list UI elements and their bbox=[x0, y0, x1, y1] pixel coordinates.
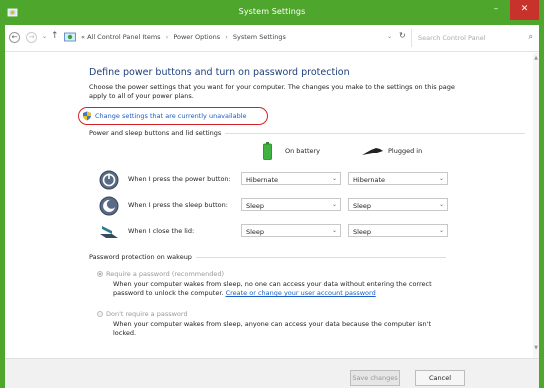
page-description: Choose the power settings that you want … bbox=[89, 83, 455, 100]
battery-icon bbox=[263, 142, 272, 160]
chevron-down-icon: ⌄ bbox=[331, 201, 337, 208]
search-placeholder: Search Control Panel bbox=[418, 34, 486, 42]
select-value: Sleep bbox=[246, 202, 265, 210]
control-panel-icon bbox=[64, 32, 76, 42]
plug-icon bbox=[362, 148, 383, 155]
title-bar: System Settings – □ ✕ bbox=[0, 0, 544, 25]
section-heading-text: Password protection on wakeup bbox=[89, 253, 192, 261]
require-password-radio[interactable] bbox=[97, 271, 103, 277]
path-dropdown-icon[interactable]: ⌄ bbox=[387, 33, 392, 40]
select-value: Sleep bbox=[353, 202, 372, 210]
breadcrumb-item[interactable]: System Settings bbox=[233, 33, 286, 41]
power-button-plugged-select[interactable]: Hibernate ⌄ bbox=[348, 172, 448, 185]
address-bar: ← → ⌄ ↑ « All Control Panel Items › Powe… bbox=[5, 25, 539, 52]
window-frame-right bbox=[539, 25, 544, 388]
recent-pages-dropdown[interactable]: ⌄ bbox=[42, 33, 47, 40]
breadcrumb-separator[interactable]: › bbox=[225, 33, 228, 41]
create-password-link[interactable]: Create or change your user account passw… bbox=[226, 289, 376, 297]
section-heading: Password protection on wakeup bbox=[89, 253, 446, 261]
require-password-description: When your computer wakes from sleep, no … bbox=[113, 280, 453, 298]
footer-bar: Save changes Cancel bbox=[5, 358, 539, 388]
column-header-on-battery: On battery bbox=[285, 147, 321, 155]
breadcrumb-item[interactable]: All Control Panel Items bbox=[87, 33, 160, 41]
breadcrumb-item[interactable]: Power Options bbox=[173, 33, 220, 41]
select-value: Sleep bbox=[353, 228, 372, 236]
sleep-button-icon bbox=[99, 196, 119, 216]
close-button[interactable]: ✕ bbox=[510, 0, 539, 20]
chevron-down-icon: ⌄ bbox=[331, 175, 337, 182]
vertical-scrollbar[interactable]: ▲ ▼ bbox=[533, 53, 539, 358]
section-heading-text: Power and sleep buttons and lid settings bbox=[89, 129, 222, 137]
page-title: Define power buttons and turn on passwor… bbox=[89, 67, 350, 78]
close-lid-battery-select[interactable]: Sleep ⌄ bbox=[241, 224, 341, 237]
cancel-button[interactable]: Cancel bbox=[415, 370, 465, 386]
breadcrumb-separator[interactable]: › bbox=[166, 33, 169, 41]
shield-icon bbox=[83, 111, 91, 121]
select-value: Sleep bbox=[246, 228, 265, 236]
up-button[interactable]: ↑ bbox=[51, 31, 59, 41]
refresh-icon[interactable]: ↻ bbox=[399, 31, 406, 40]
breadcrumb[interactable]: « All Control Panel Items › Power Option… bbox=[61, 29, 411, 47]
power-button-label: When I press the power button: bbox=[128, 175, 231, 183]
breadcrumb-prefix: « bbox=[81, 33, 85, 41]
select-value: Hibernate bbox=[353, 176, 386, 184]
change-settings-link[interactable]: Change settings that are currently unava… bbox=[95, 112, 247, 120]
scroll-down-icon[interactable]: ▼ bbox=[534, 345, 538, 351]
column-header-plugged-in: Plugged in bbox=[388, 147, 423, 155]
back-button[interactable]: ← bbox=[9, 32, 20, 43]
power-button-battery-select[interactable]: Hibernate ⌄ bbox=[241, 172, 341, 185]
breadcrumb-path: « All Control Panel Items › Power Option… bbox=[81, 33, 286, 41]
close-lid-label: When I close the lid: bbox=[128, 227, 195, 235]
select-value: Hibernate bbox=[246, 176, 279, 184]
scroll-up-icon[interactable]: ▲ bbox=[534, 55, 538, 61]
main-content: Define power buttons and turn on passwor… bbox=[5, 53, 539, 388]
highlight-circle: Change settings that are currently unava… bbox=[78, 107, 268, 125]
chevron-down-icon: ⌄ bbox=[438, 227, 444, 234]
laptop-lid-icon bbox=[100, 226, 118, 238]
sleep-button-plugged-select[interactable]: Sleep ⌄ bbox=[348, 198, 448, 211]
no-password-radio[interactable] bbox=[97, 311, 103, 317]
sleep-button-label: When I press the sleep button: bbox=[128, 201, 228, 209]
minimize-button[interactable]: – bbox=[487, 0, 505, 20]
chevron-down-icon: ⌄ bbox=[438, 201, 444, 208]
section-heading: Power and sleep buttons and lid settings bbox=[89, 129, 526, 137]
sleep-button-battery-select[interactable]: Sleep ⌄ bbox=[241, 198, 341, 211]
no-password-description: When your computer wakes from sleep, any… bbox=[113, 320, 432, 337]
save-changes-button[interactable]: Save changes bbox=[350, 370, 400, 386]
divider bbox=[195, 256, 446, 258]
divider bbox=[225, 132, 526, 134]
forward-button[interactable]: → bbox=[26, 32, 37, 43]
search-input[interactable]: Search Control Panel ⌕ bbox=[411, 29, 535, 47]
chevron-down-icon: ⌄ bbox=[438, 175, 444, 182]
no-password-label: Don't require a password bbox=[106, 310, 188, 318]
window-title: System Settings bbox=[238, 7, 306, 16]
require-password-label: Require a password (recommended) bbox=[106, 270, 225, 278]
chevron-down-icon: ⌄ bbox=[331, 227, 337, 234]
power-button-icon bbox=[99, 170, 119, 190]
search-icon[interactable]: ⌕ bbox=[529, 32, 533, 42]
close-lid-plugged-select[interactable]: Sleep ⌄ bbox=[348, 224, 448, 237]
